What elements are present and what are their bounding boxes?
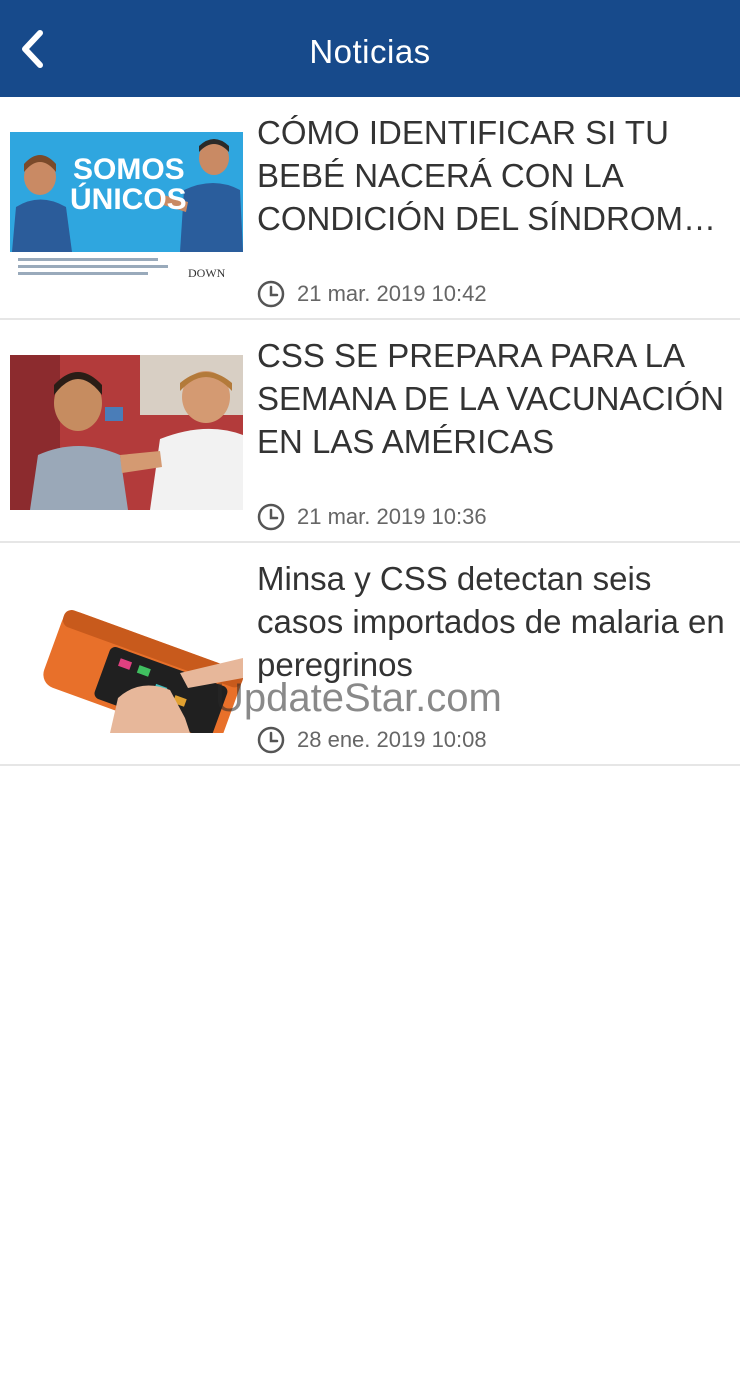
- news-item[interactable]: CSS SE PREPARA PARA LA SEMANA DE LA VACU…: [0, 320, 740, 543]
- news-thumbnail: SOMOS ÚNICOS DOWN: [10, 132, 243, 287]
- news-title: Minsa y CSS detectan seis casos importad…: [257, 560, 725, 683]
- news-meta: 21 mar. 2019 10:42: [257, 277, 487, 311]
- news-thumbnail: [10, 578, 243, 733]
- news-date: 28 ene. 2019 10:08: [297, 727, 487, 752]
- news-title: CSS SE PREPARA PARA LA SEMANA DE LA VACU…: [257, 337, 725, 460]
- clock-icon: [257, 503, 285, 531]
- clock-icon: [257, 726, 285, 754]
- news-list: SOMOS ÚNICOS DOWN CÓMO IDENTIFICAR SI TU…: [0, 97, 740, 766]
- news-item[interactable]: Minsa y CSS detectan seis casos importad…: [0, 543, 740, 766]
- news-meta: 21 mar. 2019 10:36: [257, 500, 487, 534]
- thumbnail-logo: DOWN: [188, 266, 226, 280]
- news-date: 21 mar. 2019 10:36: [297, 504, 487, 529]
- news-item[interactable]: SOMOS ÚNICOS DOWN CÓMO IDENTIFICAR SI TU…: [0, 97, 740, 320]
- news-title: CÓMO IDENTIFICAR SI TU BEBÉ NACERÁ CON L…: [257, 114, 705, 237]
- page-title: Noticias: [309, 33, 431, 70]
- news-date: 21 mar. 2019 10:42: [297, 281, 487, 306]
- app-bar: Noticias: [0, 0, 740, 97]
- clock-icon: [257, 280, 285, 308]
- thumbnail-text-line2: ÚNICOS: [70, 182, 187, 216]
- news-thumbnail: [10, 355, 243, 510]
- thumbnail-text-line1: SOMOS: [73, 153, 185, 186]
- news-meta: 28 ene. 2019 10:08: [257, 723, 487, 757]
